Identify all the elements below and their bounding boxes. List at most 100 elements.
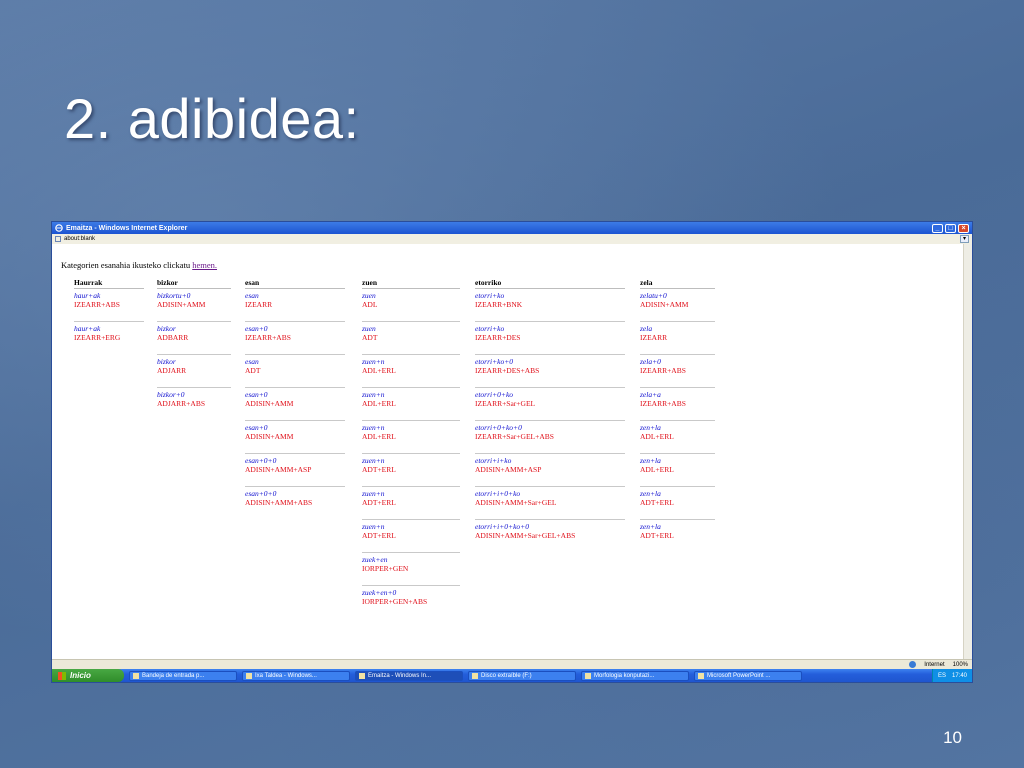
morph-form: etorri+i+0+ko+0 — [475, 522, 529, 531]
intro-label: Kategorien esanahia ikusteko clickatu — [61, 260, 193, 270]
morph-form: bizkor — [157, 357, 176, 366]
analysis-entry: esan+0 ADISIN+AMM — [245, 388, 345, 421]
morph-form: esan — [245, 357, 259, 366]
analysis-entry: etorri+i+0+ko ADISIN+AMM+Sar+GEL — [475, 487, 625, 520]
morph-form: zuen+n — [362, 489, 385, 498]
column-header: zela — [640, 278, 715, 289]
morph-form: zen+la — [640, 522, 661, 531]
vertical-scrollbar[interactable] — [963, 244, 972, 659]
morph-form: etorri+i+ko — [475, 456, 512, 465]
maximize-button[interactable]: □ — [945, 223, 956, 233]
window-title: Emaitza - Windows Internet Explorer — [66, 224, 188, 232]
morph-form: zela+0 — [640, 357, 661, 366]
morph-form: bizkortu+0 — [157, 291, 191, 300]
morph-form: zela+a — [640, 390, 661, 399]
globe-icon — [909, 661, 917, 668]
morph-category: ADISIN+AMM+ASP — [475, 465, 542, 474]
taskbar: Inicio Bandeja de entrada p... Ixa Taldea… — [52, 669, 972, 682]
language-indicator[interactable]: ES — [938, 673, 946, 679]
morph-category: IZEARR+BNK — [475, 300, 523, 309]
results-column: etorriko etorri+ko IZEARR+BNK etorri+ko IZEA… — [475, 278, 625, 553]
analysis-entry: bizkor+0 ADJARR+ABS — [157, 388, 231, 421]
morph-category: ADT — [245, 366, 261, 375]
intro-text: Kategorien esanahia ikusteko clickatu he… — [61, 260, 217, 270]
morph-category: ADT+ERL — [362, 465, 396, 474]
analysis-entry: esan+0+0 ADISIN+AMM+ASP — [245, 454, 345, 487]
morph-form: zuen — [362, 324, 376, 333]
slide-number: 10 — [943, 728, 962, 747]
analysis-entry: zuen+n ADT+ERL — [362, 487, 460, 520]
minimize-button[interactable]: _ — [932, 223, 943, 233]
morph-category: ADISIN+AMM — [640, 300, 689, 309]
morph-category: IZEARR+ERG — [74, 333, 121, 342]
analysis-entry: esan+0 ADISIN+AMM — [245, 421, 345, 454]
morph-form: haur+ak — [74, 324, 101, 333]
taskbar-item[interactable]: Bandeja de entrada p... — [129, 670, 237, 681]
morph-category: IZEARR+DES — [475, 333, 521, 342]
morph-form: etorri+ko — [475, 324, 505, 333]
analysis-entry: etorri+0+ko+0 IZEARR+Sar+GEL+ABS — [475, 421, 625, 454]
morph-form: etorri+0+ko — [475, 390, 514, 399]
taskbar-item-label: Disco extraíble (F:) — [481, 672, 532, 679]
hemen-link[interactable]: hemen. — [192, 260, 217, 270]
morph-form: etorri+ko+0 — [475, 357, 514, 366]
morph-form: zen+la — [640, 489, 661, 498]
morph-form: esan+0+0 — [245, 489, 277, 498]
app-icon — [246, 672, 252, 679]
app-icon — [698, 672, 704, 679]
analysis-entry: zen+la ADL+ERL — [640, 454, 715, 487]
analysis-entry: bizkor ADJARR — [157, 355, 231, 388]
analysis-entry: zuen+n ADL+ERL — [362, 355, 460, 388]
morph-form: zuek+en+0 — [362, 588, 397, 597]
analysis-entry: esan IZEARR — [245, 289, 345, 322]
analysis-entry: zelatu+0 ADISIN+AMM — [640, 289, 715, 322]
window-titlebar[interactable]: Emaitza - Windows Internet Explorer _ □ … — [52, 222, 972, 234]
morph-category: IORPER+GEN+ABS — [362, 597, 428, 606]
taskbar-item[interactable]: Disco extraíble (F:) — [468, 670, 576, 681]
start-button[interactable]: Inicio — [52, 669, 124, 682]
analysis-entry: zuen+n ADT+ERL — [362, 454, 460, 487]
morph-category: ADISIN+AMM+Sar+GEL — [475, 498, 557, 507]
start-label: Inicio — [70, 671, 91, 680]
analysis-entry: etorri+ko IZEARR+BNK — [475, 289, 625, 322]
morph-form: zelatu+0 — [640, 291, 667, 300]
morph-form: zuek+en — [362, 555, 388, 564]
morph-category: ADL+ERL — [362, 366, 396, 375]
morph-form: esan+0 — [245, 423, 268, 432]
taskbar-item-label: Ixa Taldea - Windows... — [255, 672, 317, 679]
chevron-down-icon[interactable]: ▾ — [960, 235, 969, 243]
app-icon — [585, 672, 591, 679]
analysis-entry: zen+la ADL+ERL — [640, 421, 715, 454]
taskbar-item[interactable]: Morfologia konputazi... — [581, 670, 689, 681]
morph-form: bizkor — [157, 324, 176, 333]
close-button[interactable]: × — [958, 223, 969, 233]
morph-form: zen+la — [640, 423, 661, 432]
morph-form: esan — [245, 291, 259, 300]
analysis-entry: bizkortu+0 ADISIN+AMM — [157, 289, 231, 322]
analysis-entry: etorri+0+ko IZEARR+Sar+GEL — [475, 388, 625, 421]
taskbar-item[interactable]: Emaitza - Windows In... — [355, 670, 463, 681]
taskbar-item[interactable]: Microsoft PowerPoint ... — [694, 670, 802, 681]
column-header: bizkor — [157, 278, 231, 289]
address-input[interactable]: about:blank — [64, 236, 960, 242]
column-header: zuen — [362, 278, 460, 289]
app-icon — [472, 672, 478, 679]
analysis-entry: esan+0 IZEARR+ABS — [245, 322, 345, 355]
morph-form: zuen+n — [362, 357, 385, 366]
taskbar-item-label: Microsoft PowerPoint ... — [707, 672, 771, 679]
morph-category: IZEARR+Sar+GEL+ABS — [475, 432, 554, 441]
morph-category: ADISIN+AMM — [157, 300, 206, 309]
morph-form: etorri+ko — [475, 291, 505, 300]
morph-form: zen+la — [640, 456, 661, 465]
status-bar: Internet 100% — [52, 659, 972, 669]
morph-category: IZEARR+DES+ABS — [475, 366, 540, 375]
analysis-entry: etorri+i+0+ko+0 ADISIN+AMM+Sar+GEL+ABS — [475, 520, 625, 553]
taskbar-item[interactable]: Ixa Taldea - Windows... — [242, 670, 350, 681]
results-column: zela zelatu+0 ADISIN+AMM zela IZEARR zela+0 IZ… — [640, 278, 715, 553]
analysis-entry: zuen ADT — [362, 322, 460, 355]
results-column: bizkor bizkortu+0 ADISIN+AMM bizkor ADBARR bi… — [157, 278, 231, 421]
zoom-level[interactable]: 100% — [953, 662, 968, 668]
analysis-entry: zen+la ADT+ERL — [640, 487, 715, 520]
morph-form: esan+0 — [245, 324, 268, 333]
analysis-entry: zuek+en IORPER+GEN — [362, 553, 460, 586]
